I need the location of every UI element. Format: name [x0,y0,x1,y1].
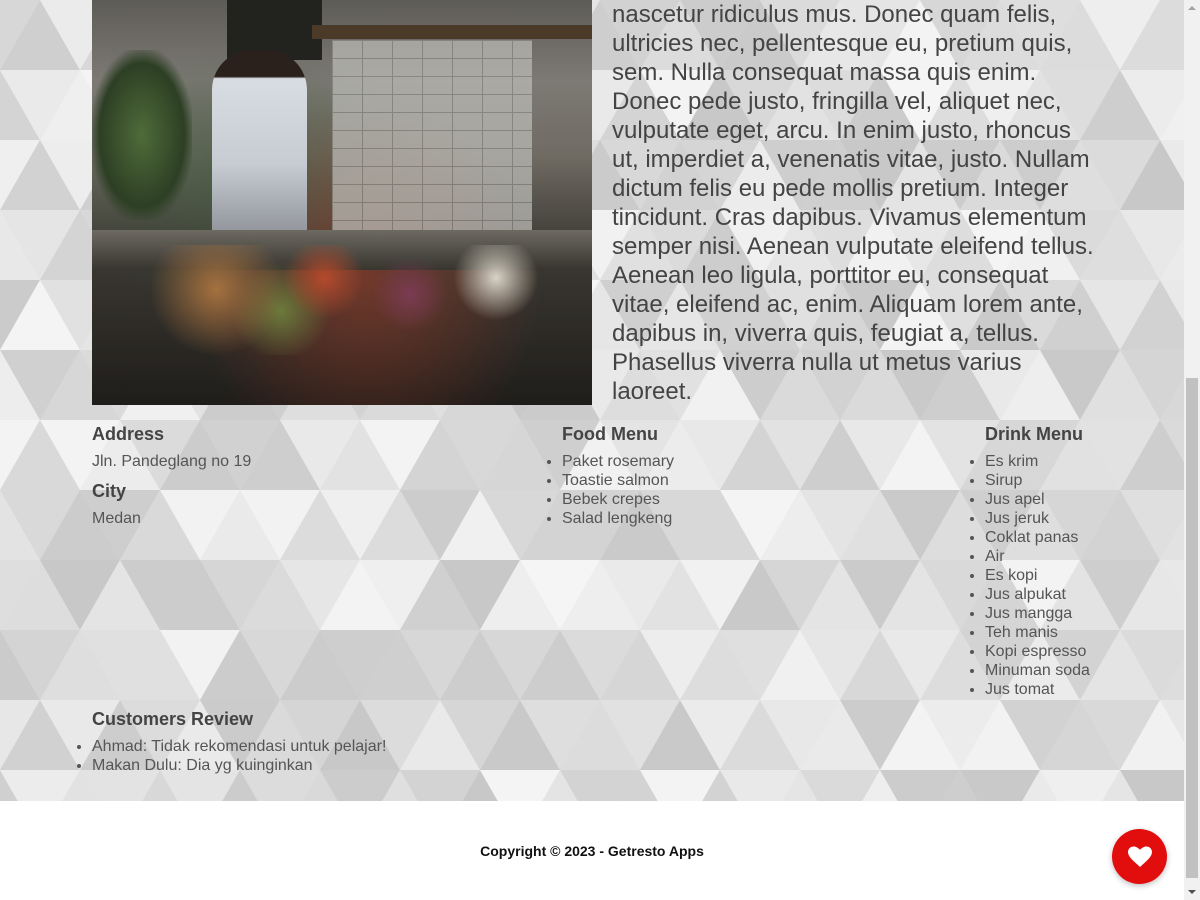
city-heading: City [92,481,127,501]
vertical-scrollbar[interactable] [1184,0,1200,900]
review-list: Ahmad: Tidak rekomendasi untuk pelajar!M… [92,737,592,775]
review-item: Makan Dulu: Dia yg kuinginkan [92,756,592,775]
main-content: nascetur ridiculus mus. Donec quam felis… [0,0,1184,801]
drink-menu-item: Kopi espresso [985,642,1175,661]
food-menu-item: Paket rosemary [562,452,822,471]
food-menu-item: Salad lengkeng [562,509,822,528]
drink-menu-item: Es kopi [985,566,1175,585]
drink-menu-item: Jus jeruk [985,509,1175,528]
restaurant-image [92,0,592,405]
scroll-down-arrow-icon[interactable] [1184,884,1200,900]
drink-menu-item: Es krim [985,452,1175,471]
scrollbar-thumb[interactable] [1186,378,1198,878]
scroll-up-arrow-icon[interactable] [1184,0,1200,16]
copyright-text: Copyright © 2023 - Getresto Apps [480,843,704,859]
drink-menu-item: Teh manis [985,623,1175,642]
address-heading: Address [92,424,165,444]
heart-icon [1127,846,1152,867]
address-value: Jln. Pandeglang no 19 [92,453,252,470]
intro-paragraph: nascetur ridiculus mus. Donec quam felis… [612,1,1094,405]
food-menu-heading: Food Menu [562,424,658,444]
food-menu-list: Paket rosemaryToastie salmonBebek crepes… [562,452,822,528]
drink-menu-item: Minuman soda [985,661,1175,680]
food-menu-section: Food Menu Paket rosemaryToastie salmonBe… [562,423,822,528]
favorite-button[interactable] [1112,829,1167,884]
drink-menu-heading: Drink Menu [985,424,1084,444]
review-item: Ahmad: Tidak rekomendasi untuk pelajar! [92,737,592,756]
drink-menu-section: Drink Menu Es krimSirupJus apelJus jeruk… [985,423,1175,699]
food-menu-item: Toastie salmon [562,471,822,490]
review-heading: Customers Review [92,709,254,729]
drink-menu-item: Jus alpukat [985,585,1175,604]
drink-menu-item: Air [985,547,1175,566]
drink-menu-list: Es krimSirupJus apelJus jerukCoklat pana… [985,452,1175,699]
drink-menu-item: Jus mangga [985,604,1175,623]
drink-menu-item: Jus tomat [985,680,1175,699]
address-section: Address Jln. Pandeglang no 19 City Medan [92,423,392,537]
food-menu-item: Bebek crepes [562,490,822,509]
drink-menu-item: Sirup [985,471,1175,490]
drink-menu-item: Coklat panas [985,528,1175,547]
footer: Copyright © 2023 - Getresto Apps [0,801,1184,900]
city-value: Medan [92,510,141,527]
customer-review-section: Customers Review Ahmad: Tidak rekomendas… [92,708,592,775]
drink-menu-item: Jus apel [985,490,1175,509]
